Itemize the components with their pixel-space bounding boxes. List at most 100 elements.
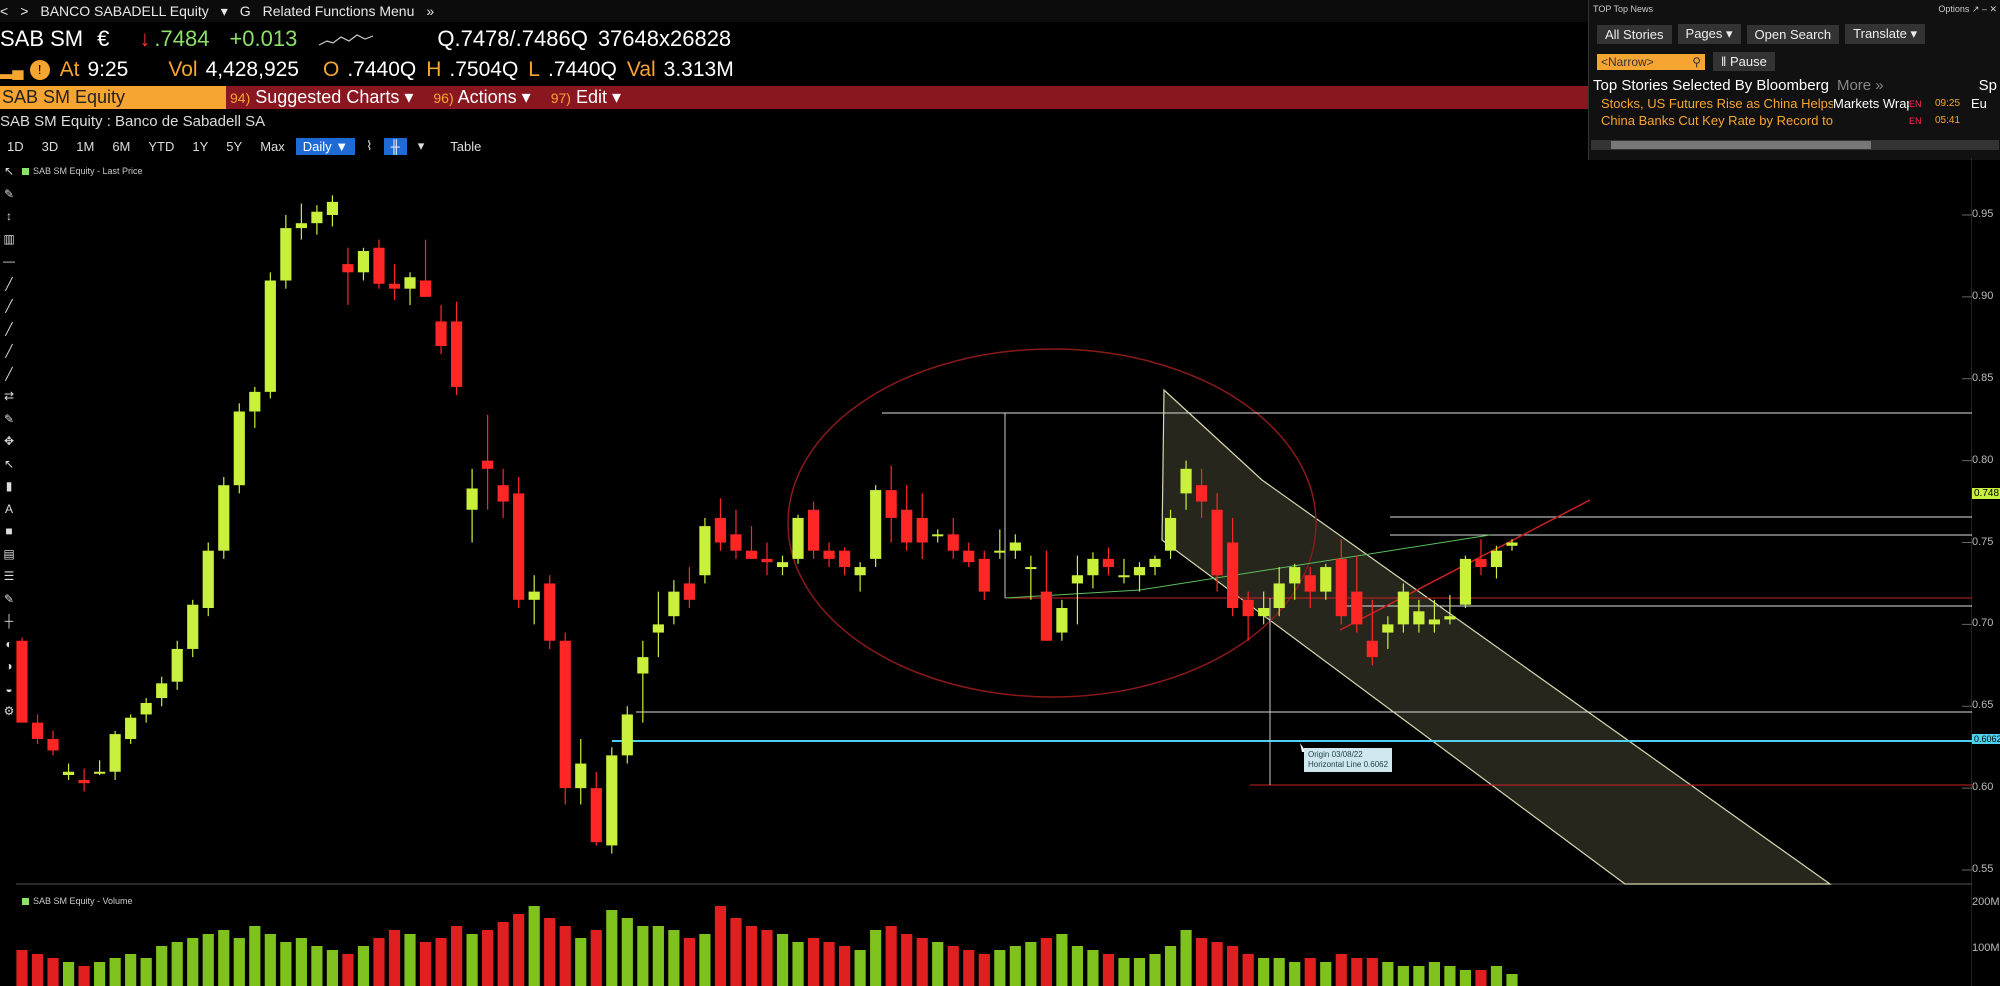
candle-body[interactable] — [916, 517, 928, 543]
candle-body[interactable] — [280, 228, 292, 281]
scrollbar-thumb[interactable] — [1611, 141, 1871, 149]
candle-body[interactable] — [1149, 558, 1161, 568]
candle-body[interactable] — [761, 558, 773, 563]
range-button[interactable]: YTD — [141, 138, 181, 155]
suggested-charts-menu[interactable]: 94) Suggested Charts ▾ — [230, 87, 413, 108]
open-search-button[interactable]: Open Search — [1746, 24, 1840, 44]
chevron-down-icon[interactable]: ▾ — [221, 3, 228, 20]
candle-chart-icon[interactable]: ╫ — [383, 137, 407, 155]
range-button[interactable]: 1Y — [185, 138, 215, 155]
candle-body[interactable] — [1056, 608, 1068, 633]
all-stories-button[interactable]: All Stories — [1597, 24, 1672, 44]
candle-body[interactable] — [233, 411, 245, 486]
range-button[interactable]: 5Y — [219, 138, 249, 155]
candle-body[interactable] — [1289, 567, 1301, 584]
related-functions-menu[interactable]: Related Functions Menu — [263, 3, 415, 19]
candle-body[interactable] — [1102, 558, 1115, 568]
candle-body[interactable] — [1118, 575, 1130, 578]
candle-body[interactable] — [388, 283, 401, 289]
candle-body[interactable] — [1258, 608, 1270, 617]
candle-body[interactable] — [450, 321, 463, 387]
line-chart-icon[interactable]: ⌇ — [359, 137, 379, 155]
candle-body[interactable] — [466, 488, 478, 510]
candle-body[interactable] — [870, 490, 882, 559]
candle-body[interactable] — [171, 648, 183, 682]
range-button[interactable]: 1D — [0, 138, 31, 155]
candle-body[interactable] — [807, 509, 820, 551]
candle-body[interactable] — [730, 534, 742, 551]
candle-body[interactable] — [264, 280, 276, 392]
candle-body[interactable] — [357, 251, 370, 273]
candle-body[interactable] — [62, 771, 75, 776]
candle-body[interactable] — [187, 604, 199, 649]
candle-body[interactable] — [202, 550, 214, 608]
candle-body[interactable] — [1475, 558, 1487, 568]
candle-body[interactable] — [1366, 640, 1378, 658]
price-chart[interactable] — [0, 158, 1972, 986]
candle-body[interactable] — [854, 567, 866, 576]
story-item[interactable]: China Banks Cut Key Rate by Record to Bo… — [1589, 111, 2000, 128]
candle-body[interactable] — [311, 211, 323, 224]
candle-body[interactable] — [1025, 567, 1037, 570]
candle-body[interactable] — [652, 624, 664, 633]
candle-body[interactable] — [621, 714, 633, 756]
candle-body[interactable] — [823, 550, 835, 559]
candle-body[interactable] — [978, 558, 990, 592]
candle-body[interactable] — [559, 640, 571, 789]
green-trendline[interactable] — [1004, 589, 1141, 599]
candle-body[interactable] — [885, 490, 897, 518]
candle-body[interactable] — [1490, 550, 1503, 568]
candle-body[interactable] — [963, 550, 975, 563]
news-scrollbar[interactable] — [1591, 140, 1999, 150]
candle-body[interactable] — [699, 526, 711, 576]
candle-body[interactable] — [776, 562, 789, 568]
candle-body[interactable] — [78, 779, 90, 784]
news-options[interactable]: Options ↗ – ✕ — [1938, 4, 1997, 15]
candle-body[interactable] — [932, 534, 944, 537]
candle-body[interactable] — [404, 277, 416, 289]
candle-body[interactable] — [683, 583, 695, 600]
candle-body[interactable] — [1351, 591, 1363, 625]
candle-body[interactable] — [1335, 558, 1347, 617]
table-button[interactable]: Table — [443, 138, 488, 155]
candle-body[interactable] — [156, 683, 168, 699]
range-button[interactable]: Max — [253, 138, 292, 155]
candle-body[interactable] — [16, 640, 28, 723]
candle-body[interactable] — [47, 739, 59, 751]
alert-icon[interactable]: ! — [29, 60, 50, 80]
candle-body[interactable] — [1444, 616, 1456, 620]
candle-body[interactable] — [1506, 542, 1518, 546]
candle-body[interactable] — [792, 517, 804, 559]
pause-button[interactable]: ‖ Pause — [1713, 52, 1775, 71]
candle-body[interactable] — [249, 391, 261, 412]
candle-body[interactable] — [606, 755, 618, 846]
candle-body[interactable] — [295, 223, 307, 229]
candle-body[interactable] — [668, 591, 680, 617]
security-title[interactable]: BANCO SABADELL Equity — [40, 3, 208, 19]
g-menu[interactable]: G — [240, 3, 251, 19]
actions-menu[interactable]: 96) Actions ▾ — [433, 87, 530, 108]
security-tab[interactable]: SAB SM Equity — [0, 86, 226, 109]
candle-body[interactable] — [1133, 567, 1146, 576]
candle-body[interactable] — [497, 485, 509, 502]
candle-body[interactable] — [590, 788, 602, 843]
range-button[interactable]: 1M — [69, 138, 101, 155]
candle-body[interactable] — [839, 550, 851, 568]
candle-body[interactable] — [1164, 517, 1177, 551]
candle-body[interactable] — [140, 702, 152, 715]
candle-body[interactable] — [1211, 509, 1223, 576]
candle-body[interactable] — [1273, 583, 1285, 608]
narrow-input[interactable]: <Narrow> ⚲ — [1597, 53, 1705, 70]
chevron-down-icon[interactable]: ▾ — [411, 137, 432, 155]
candle-body[interactable] — [125, 717, 137, 739]
candle-body[interactable] — [714, 517, 727, 543]
candle-body[interactable] — [528, 591, 540, 600]
candle-body[interactable] — [994, 550, 1006, 553]
range-button[interactable]: 3D — [35, 138, 66, 155]
candle-body[interactable] — [1242, 599, 1254, 617]
translate-button[interactable]: Translate ▾ — [1845, 24, 1926, 44]
story-item[interactable]: Stocks, US Futures Rise as China Helps… M… — [1589, 94, 2000, 111]
candle-body[interactable] — [1459, 558, 1472, 605]
back-button[interactable]: < — [0, 3, 8, 19]
candle-body[interactable] — [1382, 624, 1394, 633]
